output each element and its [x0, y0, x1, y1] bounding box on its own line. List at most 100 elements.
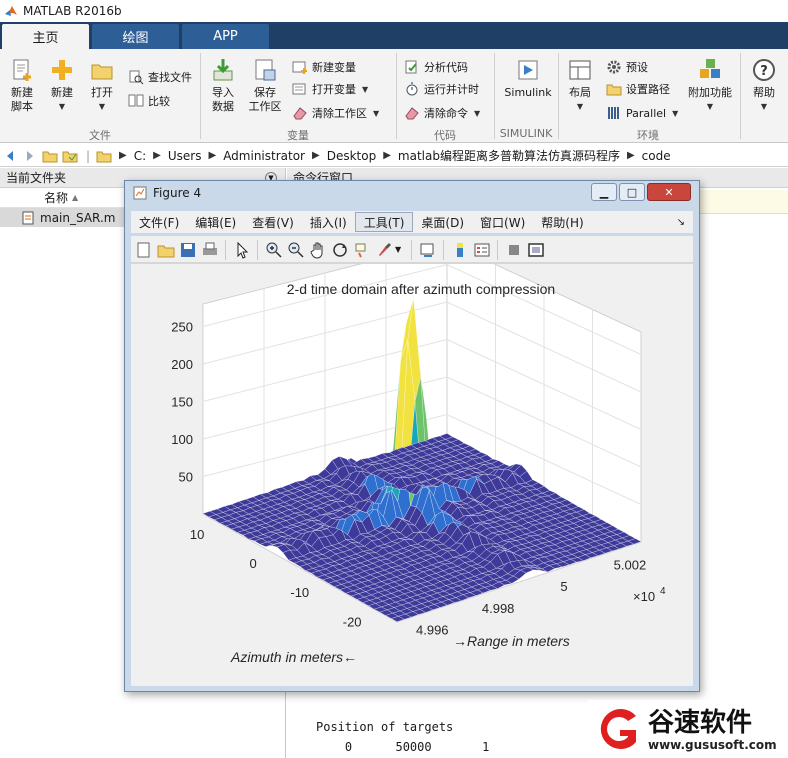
zoom-in-icon[interactable]: [265, 241, 283, 259]
open-variable-button[interactable]: 打开变量 ▼: [292, 79, 368, 99]
run-and-time-button[interactable]: 运行并计时: [404, 79, 479, 99]
run-and-time-label: 运行并计时: [424, 83, 479, 96]
x-tick-label: 5.002: [614, 558, 647, 573]
watermark-brand: 谷速软件: [648, 708, 753, 738]
maximize-button[interactable]: □: [619, 183, 645, 201]
browse-folder-icon[interactable]: [62, 149, 78, 163]
print-icon[interactable]: [201, 241, 219, 259]
set-path-button[interactable]: 设置路径: [606, 79, 670, 99]
menu-view[interactable]: 查看(V): [244, 212, 302, 232]
new-script-label: 新建 脚本: [11, 86, 33, 113]
clear-commands-button[interactable]: 清除命令 ▼: [404, 103, 480, 123]
figure-menubar: 文件(F) 编辑(E) 查看(V) 插入(I) 工具(T) 桌面(D) 窗口(W…: [131, 211, 693, 233]
breadcrumb-separator-icon: ▶: [208, 150, 217, 161]
import-data-button[interactable]: 导入 数据: [206, 57, 240, 114]
dock-arrow-icon[interactable]: ↘: [669, 212, 693, 232]
pointer-icon[interactable]: [233, 241, 251, 259]
help-icon: ?: [753, 59, 775, 81]
find-files-button[interactable]: 查找文件: [128, 67, 192, 87]
breadcrumb-code[interactable]: code: [642, 149, 671, 163]
tab-apps[interactable]: APP: [182, 24, 269, 49]
link-plot-icon[interactable]: [419, 241, 437, 259]
layout-label: 布局: [569, 86, 591, 99]
breadcrumb-separator-icon: ▶: [119, 150, 127, 161]
sort-ascending-icon: ▲: [72, 193, 79, 202]
parallel-button[interactable]: Parallel ▼: [606, 103, 678, 123]
menu-insert[interactable]: 插入(I): [302, 212, 355, 232]
open-button[interactable]: 打开 ▼: [86, 57, 118, 114]
x-tick-label: 4.996: [416, 622, 449, 637]
new-button[interactable]: 新建 ▼: [46, 57, 78, 114]
menu-edit[interactable]: 编辑(E): [187, 212, 244, 232]
maximize-icon: □: [626, 185, 638, 199]
new-figure-icon[interactable]: [135, 241, 153, 259]
layout-button[interactable]: 布局 ▼: [564, 57, 596, 114]
help-button[interactable]: ? 帮助 ▼: [746, 57, 782, 114]
breadcrumb-administrator[interactable]: Administrator: [223, 149, 305, 163]
simulink-icon: [518, 60, 538, 80]
group-code-label: 代码: [434, 129, 456, 142]
legend-icon[interactable]: [473, 241, 491, 259]
figure-window-icon: [133, 186, 147, 200]
brush-dropdown-icon[interactable]: ▼: [395, 245, 401, 254]
menu-help[interactable]: 帮助(H): [533, 212, 591, 232]
save-workspace-button[interactable]: 保存 工作区: [246, 57, 284, 114]
pan-hand-icon[interactable]: [309, 241, 327, 259]
addons-button[interactable]: 附加功能 ▼: [686, 57, 734, 114]
eraser-icon: [293, 107, 307, 120]
simulink-label: Simulink: [504, 86, 552, 99]
rotate-3d-icon[interactable]: [331, 241, 349, 259]
plot-area[interactable]: 50 100 150 200 250 4.996 4.998 5 5.002 10 0 -10 -20 ×…: [131, 241, 693, 686]
menu-tools[interactable]: 工具(T): [354, 212, 414, 232]
analyze-code-button[interactable]: 分析代码: [404, 57, 468, 77]
plot-title: 2-d time domain after azimuth compressio…: [287, 281, 555, 297]
tab-home[interactable]: 主页: [2, 24, 89, 49]
preferences-button[interactable]: 预设: [606, 57, 648, 77]
forward-arrow-icon[interactable]: [22, 149, 36, 163]
breadcrumb-c[interactable]: C:: [134, 149, 146, 163]
open-file-icon[interactable]: [157, 241, 175, 259]
x-axis-label: →Range in meters: [453, 633, 570, 649]
column-header-name-label: 名称: [44, 191, 69, 205]
tab-plots[interactable]: 绘图: [92, 24, 179, 49]
open-variable-label: 打开变量: [312, 83, 356, 96]
z-tick-label: 150: [171, 395, 193, 410]
back-arrow-icon[interactable]: [4, 149, 18, 163]
brush-icon[interactable]: [375, 241, 393, 259]
surface-plot[interactable]: 501001502002504.9964.99855.002100-10-20×…: [131, 241, 693, 686]
folder-icon: [96, 151, 112, 162]
zoom-out-icon[interactable]: [287, 241, 305, 259]
up-folder-icon[interactable]: [42, 149, 58, 163]
close-button[interactable]: ✕: [647, 183, 691, 201]
group-file-label: 文件: [89, 129, 111, 142]
menu-desktop[interactable]: 桌面(D): [413, 212, 472, 232]
m-file-icon: [22, 211, 34, 224]
y-tick-label: -20: [343, 614, 362, 629]
breadcrumb-users[interactable]: Users: [168, 149, 202, 163]
z-tick-label: 100: [171, 432, 193, 447]
help-label: 帮助: [753, 86, 775, 99]
menu-file[interactable]: 文件(F): [131, 212, 187, 232]
save-workspace-icon: [255, 59, 276, 81]
save-icon[interactable]: [179, 241, 197, 259]
analyze-code-label: 分析代码: [424, 61, 468, 74]
folder-path-icon: [606, 84, 622, 96]
simulink-button[interactable]: Simulink: [502, 57, 554, 100]
figure-titlebar: Figure 4: [133, 186, 201, 200]
new-variable-button[interactable]: 新建变量: [292, 57, 356, 77]
minimize-button[interactable]: ▁: [591, 183, 617, 201]
breadcrumb-desktop[interactable]: Desktop: [327, 149, 377, 163]
breadcrumb-project[interactable]: matlab编程距离多普勒算法仿真源码程序: [398, 147, 620, 164]
show-plot-tools-icon[interactable]: [527, 241, 545, 259]
data-cursor-icon[interactable]: [353, 241, 371, 259]
ribbon: 新建 脚本 新建 ▼ 打开 ▼ 查找文件 比较 文件 导入 数据 保存 工作区 …: [0, 49, 788, 143]
clear-workspace-button[interactable]: 清除工作区 ▼: [292, 103, 379, 123]
colorbar-icon[interactable]: [451, 241, 469, 259]
figure-window[interactable]: Figure 4 ▁ □ ✕ 文件(F) 编辑(E) 查看(V) 插入(I) 工…: [124, 180, 700, 692]
hide-plot-tools-icon[interactable]: [505, 241, 523, 259]
menu-window[interactable]: 窗口(W): [472, 212, 533, 232]
new-script-icon: [13, 59, 31, 81]
addons-label: 附加功能: [688, 86, 732, 99]
compare-button[interactable]: 比较: [128, 91, 170, 111]
new-script-button[interactable]: 新建 脚本: [6, 57, 38, 114]
